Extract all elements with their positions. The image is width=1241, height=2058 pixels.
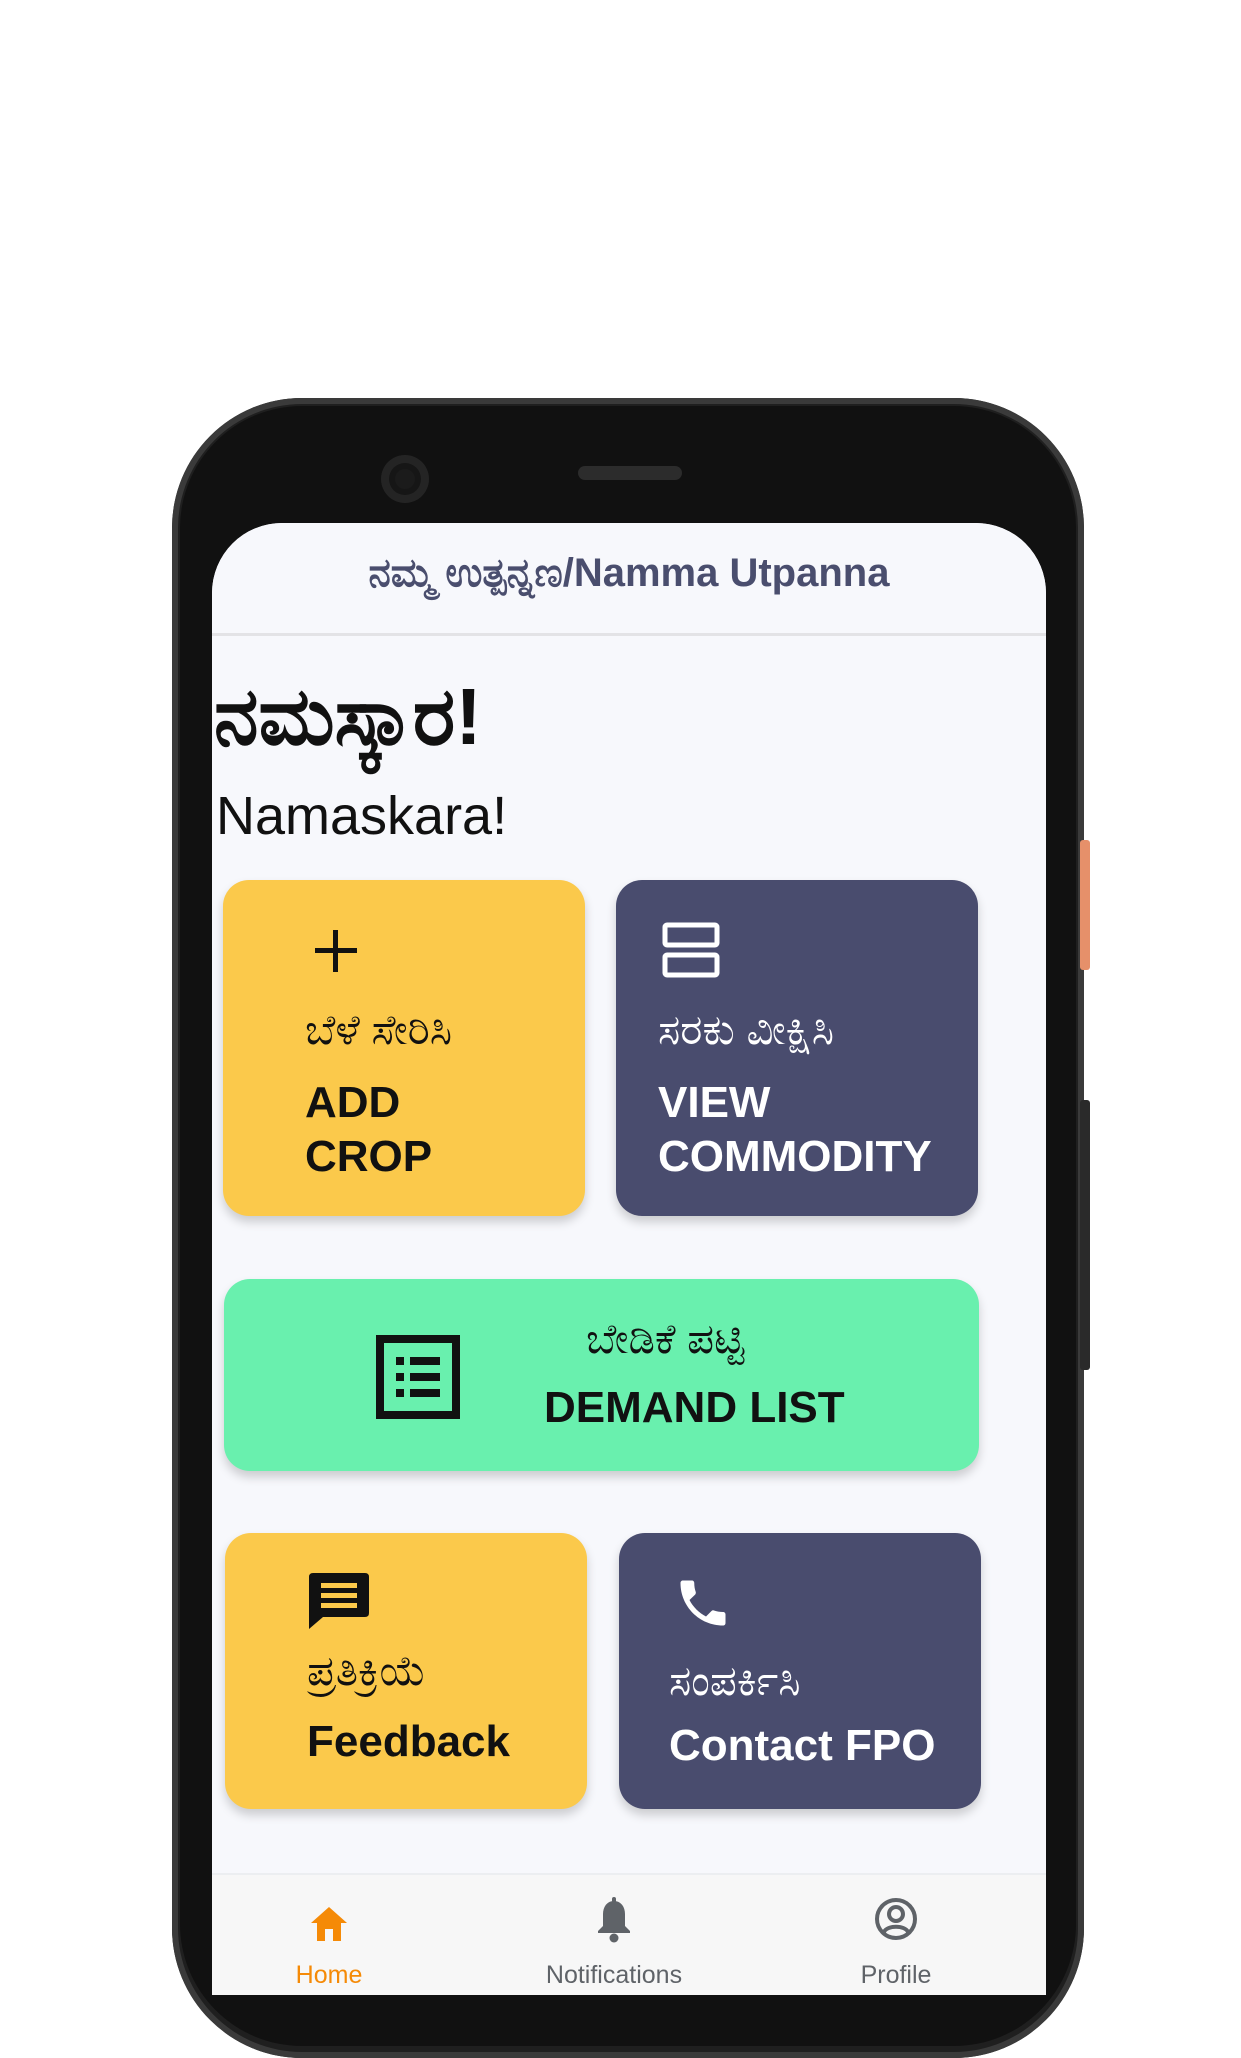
add-crop-label-line1: ADD (305, 1078, 401, 1127)
profile-icon (875, 1898, 917, 1940)
volume-button (1080, 1100, 1090, 1370)
feedback-button[interactable]: ಪ್ರತಿಕ್ರಿಯೆ Feedback (225, 1533, 587, 1809)
nav-item-home[interactable]: Home (229, 1875, 429, 1995)
view-commodity-label-line2: COMMODITY (658, 1132, 932, 1181)
earpiece-speaker (578, 466, 682, 480)
app-screen: ನಮ್ಮ ಉತ್ಪನ್ನಣ/Namma Utpanna ನಮಸ್ಕಾರ! Nam… (212, 523, 1046, 1995)
feedback-label-kn: ಪ್ರತಿಕ್ರಿಯೆ (307, 1647, 427, 1694)
view-commodity-label-line1: VIEW (658, 1078, 771, 1127)
demand-list-button[interactable]: ಬೇಡಿಕೆ ಪಟ್ಟಿ DEMAND LIST (224, 1279, 979, 1471)
add-crop-label-line2: CROP (305, 1132, 433, 1181)
greeting-kannada: ನಮಸ್ಕಾರ! (214, 672, 482, 761)
power-button (1080, 840, 1090, 970)
home-icon (311, 1907, 347, 1941)
nav-item-notifications[interactable]: Notifications (514, 1875, 714, 1995)
greeting-english: Namaskara! (216, 786, 508, 846)
list-icon (376, 1335, 460, 1419)
app-bar: ನಮ್ಮ ಉತ್ಪನ್ನಣ/Namma Utpanna (212, 523, 1046, 636)
plus-icon (315, 930, 357, 972)
contact-fpo-label-en: Contact FPO (669, 1721, 936, 1770)
contact-fpo-label-kn: ಸಂಪರ್ಕಿಸಿ (669, 1657, 801, 1704)
app-title: ನಮ್ಮ ಉತ್ಪನ್ನಣ/Namma Utpanna (368, 551, 890, 595)
view-commodity-label-kn: ಸರಕು ವೀಕ್ಷಿಸಿ (658, 1006, 835, 1053)
chat-icon (309, 1573, 369, 1629)
nav-profile-label: Profile (860, 1961, 932, 1989)
nav-notifications-label: Notifications (545, 1961, 683, 1989)
add-crop-label-kn: ಬೆಳೆ ಸೇರಿಸಿ (305, 1006, 453, 1053)
view-agenda-icon (662, 922, 720, 978)
add-crop-button[interactable]: ಬೆಳೆ ಸೇರಿಸಿ ADD CROP (223, 880, 585, 1216)
bottom-navigation: Home Notifications Profile (212, 1873, 1046, 1995)
feedback-label-en: Feedback (307, 1717, 510, 1766)
bell-icon (598, 1897, 630, 1943)
demand-list-label-kn: ಬೇಡಿಕೆ ಪಟ್ಟಿ (586, 1315, 745, 1362)
view-commodity-button[interactable]: ಸರಕು ವೀಕ್ಷಿಸಿ VIEW COMMODITY (616, 880, 978, 1216)
nav-home-label: Home (295, 1961, 363, 1989)
demand-list-label-en: DEMAND LIST (544, 1383, 845, 1432)
nav-item-profile[interactable]: Profile (796, 1875, 996, 1995)
contact-fpo-button[interactable]: ಸಂಪರ್ಕಿಸಿ Contact FPO (619, 1533, 981, 1809)
front-camera (381, 455, 429, 503)
phone-icon (680, 1580, 726, 1626)
